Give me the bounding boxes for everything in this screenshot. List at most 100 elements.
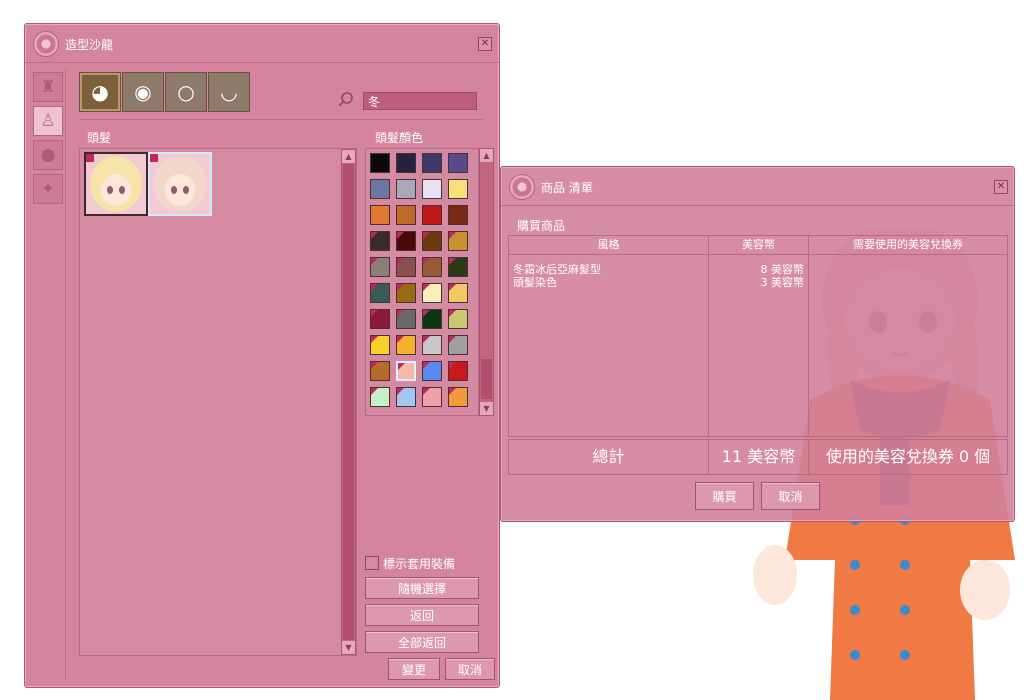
hair-color-swatch[interactable] [396,257,416,277]
show-equipped-checkbox[interactable] [365,556,379,570]
tab-mouth[interactable]: ◡ [208,72,250,112]
premium-flag-icon [449,232,456,239]
premium-flag-icon [397,284,404,291]
premium-flag-icon [397,232,404,239]
premium-flag-icon [371,284,378,291]
show-equipped-label: 標示套用裝備 [383,557,456,571]
hair-color-swatch[interactable] [448,257,468,277]
hairstyle-item-selected[interactable] [148,152,212,216]
cancel-button[interactable]: 取消 [445,658,495,680]
scroll-down-icon[interactable]: ▼ [480,402,493,415]
hair-color-swatch[interactable] [370,257,390,277]
body-icon[interactable]: ♙ [33,106,63,136]
scroll-down-icon[interactable]: ▼ [342,641,355,654]
salon-logo-icon [509,174,535,200]
hair-color-swatch[interactable] [448,335,468,355]
hair-color-swatch[interactable] [422,387,442,407]
premium-flag-icon [397,336,404,343]
total-price: 11 美容幣 [709,440,809,474]
scroll-up-icon[interactable]: ▲ [480,149,493,162]
hair-color-swatch[interactable] [370,231,390,251]
premium-flag-icon [449,284,456,291]
hair-color-swatch[interactable] [370,361,390,381]
coupon-used: 使用的美容兌換券 0 個 [825,447,991,466]
hair-color-swatch[interactable] [448,283,468,303]
color-palette-scrollbar[interactable]: ▲ ▼ [479,148,494,416]
hair-color-swatch[interactable] [396,387,416,407]
hair-color-swatch[interactable] [396,309,416,329]
premium-flag-icon [449,258,456,265]
total-label: 總計 [509,440,709,474]
hair-color-swatch[interactable] [422,309,442,329]
premium-flag-icon [423,362,430,369]
scroll-thumb[interactable] [481,359,492,399]
premium-flag-icon [397,258,404,265]
scroll-thumb[interactable] [343,164,354,640]
hair-color-swatch[interactable] [370,335,390,355]
clothing-icon[interactable]: ♜ [33,72,63,102]
search-input[interactable]: 冬 [363,92,477,110]
tab-face[interactable]: ○ [165,72,207,112]
premium-flag-icon [371,362,378,369]
premium-flag-icon [423,336,430,343]
column-header-coupon: 需要使用的美容兌換券 [809,236,1007,255]
hair-color-swatch[interactable] [370,387,390,407]
search-icon[interactable] [338,91,354,107]
hair-color-swatch[interactable] [448,205,468,225]
hair-color-swatch[interactable] [422,231,442,251]
hair-color-swatch[interactable] [422,283,442,303]
buy-button[interactable]: 購買 [695,482,754,510]
hair-color-swatch[interactable] [448,153,468,173]
hairstyle-preview-icon [154,156,206,212]
hair-color-swatch[interactable] [422,361,442,381]
head-accessory-icon[interactable]: ● [33,140,63,170]
tab-eyes[interactable]: ◉ [122,72,164,112]
hair-color-swatch[interactable] [396,153,416,173]
hair-color-swatch[interactable] [396,335,416,355]
hairstyle-item[interactable] [84,152,148,216]
back-button[interactable]: 返回 [365,604,479,626]
hair-color-swatch[interactable] [396,205,416,225]
column-header-style: 風格 [509,236,709,255]
hair-color-swatch[interactable] [448,387,468,407]
effect-icon[interactable]: ✦ [33,174,63,204]
random-select-button[interactable]: 隨機選擇 [365,577,479,599]
hair-color-swatch[interactable] [448,179,468,199]
hair-color-swatch[interactable] [422,257,442,277]
new-badge [150,154,158,162]
hair-color-swatch[interactable] [448,309,468,329]
hair-color-swatch[interactable] [448,361,468,381]
premium-flag-icon [423,284,430,291]
tab-hair[interactable]: ◕ [79,72,121,112]
hair-color-section-label: 頭髮顏色 [375,131,424,145]
back-all-button[interactable]: 全部返回 [365,631,479,653]
change-button[interactable]: 變更 [388,658,440,680]
hair-color-swatch[interactable] [448,231,468,251]
hair-list-scrollbar[interactable]: ▲ ▼ [341,149,356,655]
scroll-up-icon[interactable]: ▲ [342,150,355,163]
hair-color-swatch[interactable] [396,361,416,381]
title-bar[interactable]: 造型沙龍 ✕ [25,24,499,63]
premium-flag-icon [449,362,456,369]
hair-color-swatch[interactable] [422,205,442,225]
close-button[interactable]: ✕ [478,37,492,51]
product-list-window: 商品 清單 ✕ 購買商品 風格 美容幣 需要使用的美容兌換券 冬霜冰后亞麻髮型 … [500,166,1015,522]
hair-color-swatch[interactable] [370,153,390,173]
hair-color-swatch[interactable] [396,179,416,199]
title-bar[interactable]: 商品 清單 ✕ [501,167,1014,206]
hair-color-swatch[interactable] [370,283,390,303]
hair-color-swatch[interactable] [370,179,390,199]
hair-style-list: ▲ ▼ [79,148,357,656]
purchase-table: 風格 美容幣 需要使用的美容兌換券 冬霜冰后亞麻髮型 8 美容幣 頭髮染色 3 … [508,235,1008,437]
hair-color-swatch[interactable] [422,179,442,199]
hairstyle-preview-icon [90,156,142,212]
hair-color-swatch[interactable] [370,309,390,329]
shop-cancel-button[interactable]: 取消 [761,482,820,510]
hair-color-swatch[interactable] [396,231,416,251]
hair-color-swatch[interactable] [422,335,442,355]
column-header-price: 美容幣 [709,236,809,255]
hair-color-swatch[interactable] [370,205,390,225]
hair-color-swatch[interactable] [396,283,416,303]
hair-color-swatch[interactable] [422,153,442,173]
close-button[interactable]: ✕ [994,180,1008,194]
